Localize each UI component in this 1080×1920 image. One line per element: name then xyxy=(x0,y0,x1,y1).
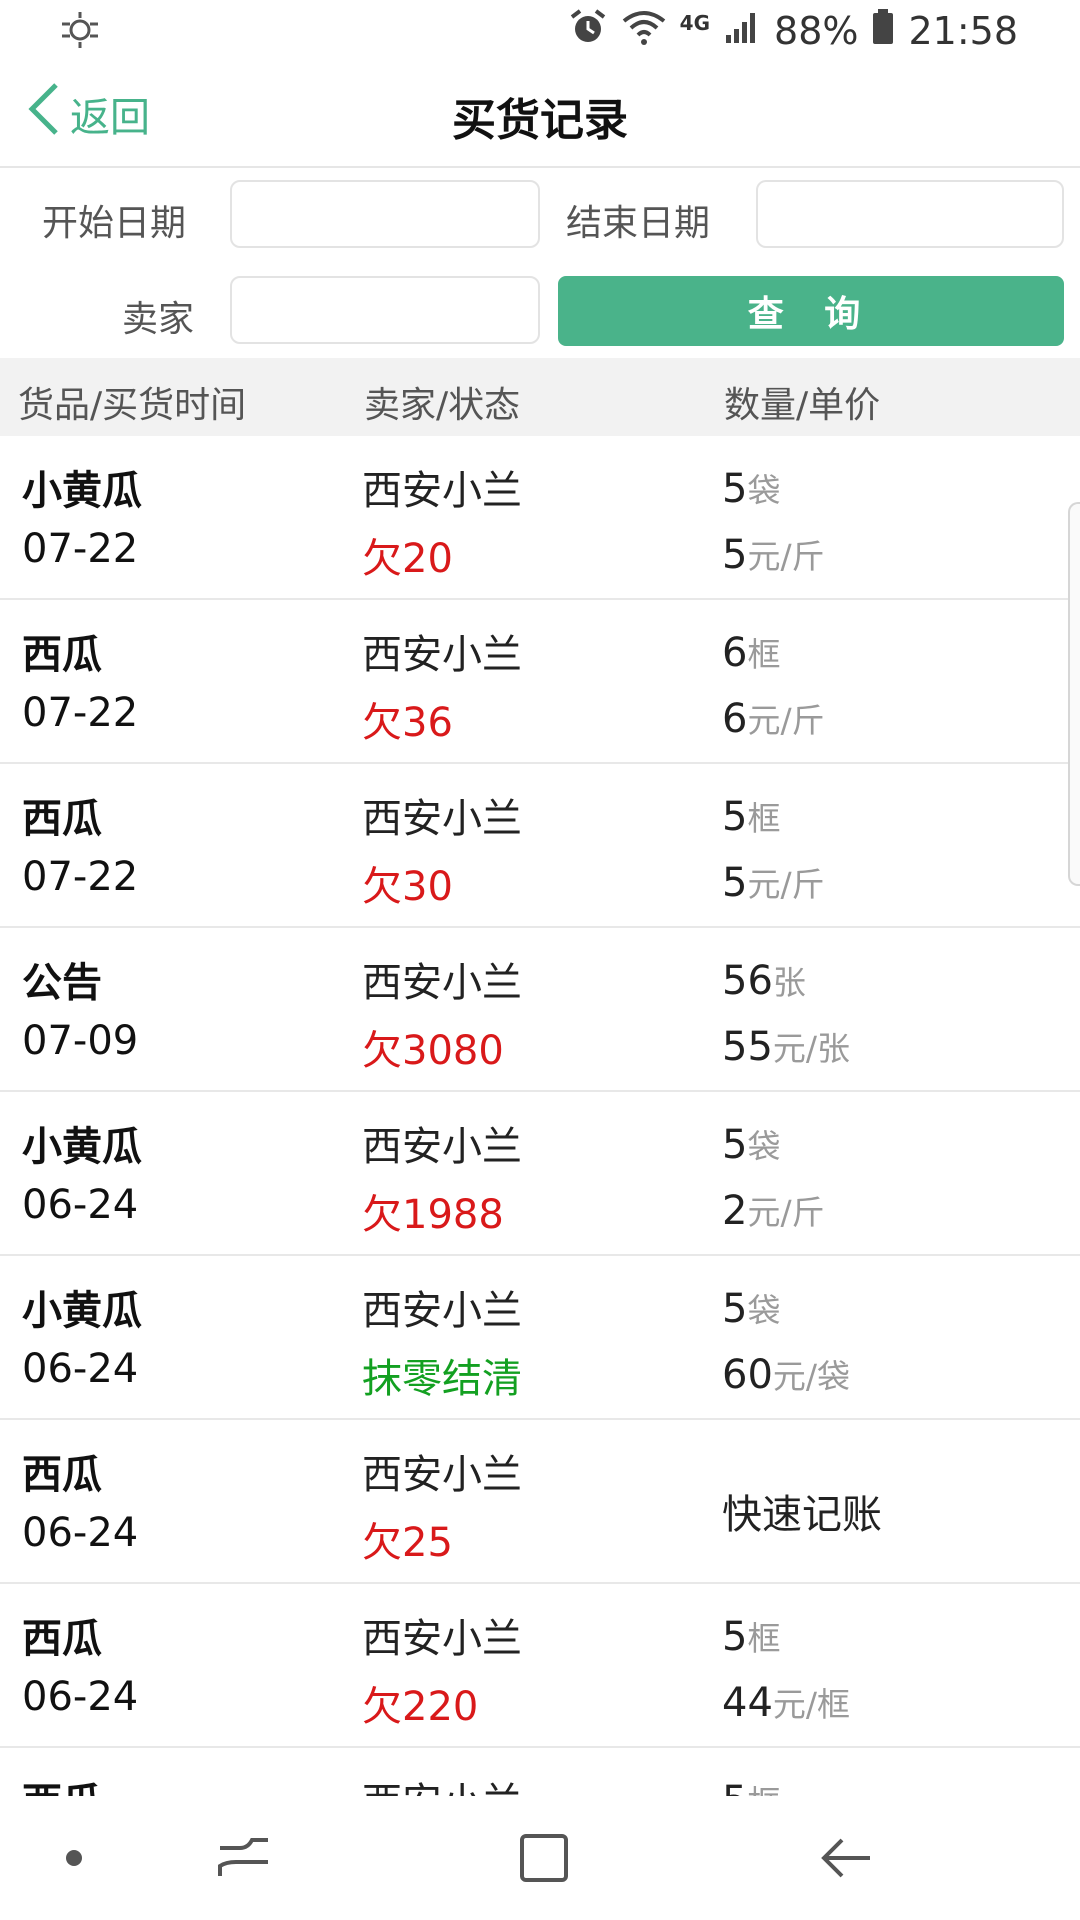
table-row[interactable]: 西瓜 07-22 西安小兰 欠30 5框 5元/斤 xyxy=(0,764,1080,928)
purchase-date: 07-22 xyxy=(22,526,139,572)
recent-apps-icon[interactable] xyxy=(212,1826,276,1890)
signal-icon xyxy=(724,9,760,54)
goods-name: 西瓜 xyxy=(22,1452,102,1498)
seller-name: 西安小兰 xyxy=(362,1288,522,1334)
quick-bookkeeping-label: 快速记账 xyxy=(722,1492,882,1538)
goods-name: 西瓜 xyxy=(22,1770,102,1796)
table-row[interactable]: 西瓜 06-24 西安小兰 欠220 5框 44元/框 xyxy=(0,1584,1080,1748)
goods-name: 小黄瓜 xyxy=(22,468,142,514)
unit-price: 60元/袋 xyxy=(722,1352,851,1398)
network-type: 4G xyxy=(679,11,711,35)
battery-percent: 88% xyxy=(774,9,859,53)
seller-name: 西安小兰 xyxy=(362,796,522,842)
alarm-icon xyxy=(568,7,608,56)
start-date-input[interactable] xyxy=(230,180,540,248)
goods-name: 小黄瓜 xyxy=(22,1124,142,1170)
seller-name: 西安小兰 xyxy=(362,1452,522,1498)
payment-status: 欠1988 xyxy=(362,1192,504,1238)
status-bar: 4G 88% 21:58 xyxy=(0,0,1080,62)
system-nav-bar xyxy=(0,1796,1080,1920)
quantity: 5框 xyxy=(722,1614,781,1660)
payment-status: 抹零结清 xyxy=(362,1356,522,1402)
seller-name: 西安小兰 xyxy=(362,632,522,678)
payment-status: 欠3080 xyxy=(362,1028,504,1074)
dot-icon[interactable] xyxy=(42,1826,106,1890)
purchase-record-list: 小黄瓜 07-22 西安小兰 欠20 5袋 5元/斤 西瓜 07-22 西安小兰… xyxy=(0,436,1080,1796)
quantity: 5框 xyxy=(722,794,781,840)
table-row[interactable]: 西瓜 西安小兰 5框 xyxy=(0,1748,1080,1796)
unit-price: 5元/斤 xyxy=(722,860,825,906)
payment-status: 欠20 xyxy=(362,536,453,582)
purchase-date: 06-24 xyxy=(22,1182,139,1228)
seller-name: 西安小兰 xyxy=(362,1770,522,1796)
goods-name: 公告 xyxy=(22,960,102,1006)
filter-panel: 开始日期 结束日期 卖家 查 询 xyxy=(0,168,1080,358)
end-date-input[interactable] xyxy=(756,180,1064,248)
battery-icon xyxy=(872,8,894,54)
seller-name: 西安小兰 xyxy=(362,1616,522,1662)
purchase-date: 07-22 xyxy=(22,854,139,900)
payment-status: 欠30 xyxy=(362,864,453,910)
unit-price: 5元/斤 xyxy=(722,532,825,578)
column-header-quantity: 数量/单价 xyxy=(724,385,881,426)
page-title: 买货记录 xyxy=(452,95,628,146)
table-row[interactable]: 小黄瓜 07-22 西安小兰 欠20 5袋 5元/斤 xyxy=(0,436,1080,600)
purchase-date: 06-24 xyxy=(22,1346,139,1392)
wifi-icon xyxy=(622,7,666,56)
goods-name: 西瓜 xyxy=(22,796,102,842)
back-nav-icon[interactable] xyxy=(814,1826,878,1890)
table-row[interactable]: 西瓜 06-24 西安小兰 欠25 快速记账 xyxy=(0,1420,1080,1584)
table-row[interactable]: 西瓜 07-22 西安小兰 欠36 6框 6元/斤 xyxy=(0,600,1080,764)
purchase-date: 06-24 xyxy=(22,1674,139,1720)
home-icon[interactable] xyxy=(512,1826,576,1890)
quantity: 5袋 xyxy=(722,1286,781,1332)
unit-price: 2元/斤 xyxy=(722,1188,825,1234)
purchase-date: 06-24 xyxy=(22,1510,139,1556)
quantity: 56张 xyxy=(722,958,806,1004)
goods-name: 小黄瓜 xyxy=(22,1288,142,1334)
clock: 21:58 xyxy=(908,9,1018,53)
seller-input[interactable] xyxy=(230,276,540,344)
purchase-date: 07-22 xyxy=(22,690,139,736)
seller-name: 西安小兰 xyxy=(362,960,522,1006)
payment-status: 欠25 xyxy=(362,1520,453,1566)
seller-name: 西安小兰 xyxy=(362,1124,522,1170)
unit-price: 44元/框 xyxy=(722,1680,851,1726)
table-row[interactable]: 公告 07-09 西安小兰 欠3080 56张 55元/张 xyxy=(0,928,1080,1092)
seller-name: 西安小兰 xyxy=(362,468,522,514)
quantity: 6框 xyxy=(722,630,781,676)
unit-price: 6元/斤 xyxy=(722,696,825,742)
column-header-goods: 货品/买货时间 xyxy=(18,385,247,426)
app-header: 返回 买货记录 xyxy=(0,62,1080,168)
payment-status: 欠220 xyxy=(362,1684,479,1730)
query-button[interactable]: 查 询 xyxy=(558,276,1064,346)
quantity: 5框 xyxy=(722,1776,780,1796)
column-header-seller: 卖家/状态 xyxy=(364,385,521,426)
weather-sync-icon xyxy=(58,10,102,50)
goods-name: 西瓜 xyxy=(22,632,102,678)
table-header: 货品/买货时间 卖家/状态 数量/单价 xyxy=(0,358,1080,436)
start-date-label: 开始日期 xyxy=(42,203,187,244)
purchase-date: 07-09 xyxy=(22,1018,139,1064)
quantity: 5袋 xyxy=(722,466,781,512)
unit-price: 55元/张 xyxy=(722,1024,851,1070)
goods-name: 西瓜 xyxy=(22,1616,102,1662)
quantity: 5袋 xyxy=(722,1122,781,1168)
seller-label: 卖家 xyxy=(122,299,195,340)
status-right: 4G 88% 21:58 xyxy=(568,6,1018,56)
payment-status: 欠36 xyxy=(362,700,453,746)
scrollbar[interactable] xyxy=(1068,502,1080,886)
table-row[interactable]: 小黄瓜 06-24 西安小兰 抹零结清 5袋 60元/袋 xyxy=(0,1256,1080,1420)
end-date-label: 结束日期 xyxy=(566,203,711,244)
table-row[interactable]: 小黄瓜 06-24 西安小兰 欠1988 5袋 2元/斤 xyxy=(0,1092,1080,1256)
